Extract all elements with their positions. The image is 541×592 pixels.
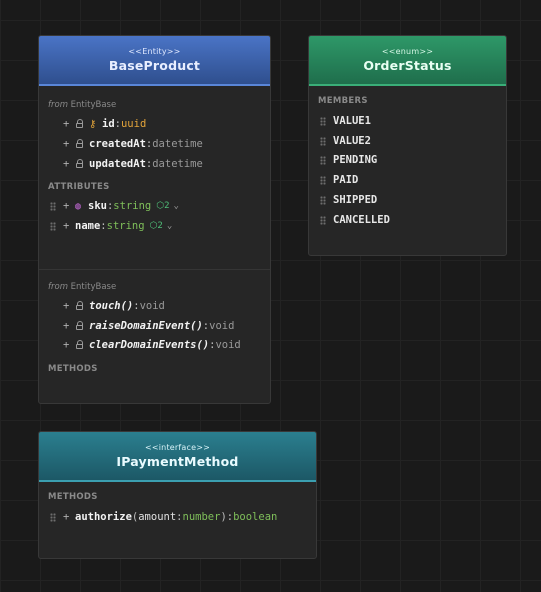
drag-handle-icon[interactable] <box>50 221 56 231</box>
parent-class-name: EntityBase <box>70 282 117 292</box>
interface-name[interactable]: IPaymentMethod <box>116 454 238 469</box>
enum-name[interactable]: OrderStatus <box>363 58 451 73</box>
stereotype-label: <<Entity>> <box>128 47 181 56</box>
enum-member-name: PENDING <box>333 154 378 166</box>
drag-handle-icon[interactable] <box>50 201 56 211</box>
members-section-label: MEMBERS <box>318 96 368 106</box>
attribute-name: name <box>75 220 101 232</box>
attribute-type: datetime <box>152 138 203 150</box>
return-type: void <box>209 320 235 332</box>
stereotype-label: <<interface>> <box>144 443 211 452</box>
methods-section-label: METHODS <box>48 492 98 502</box>
attribute-name: updatedAt <box>89 158 146 170</box>
method-name: clearDomainEvents() <box>89 339 210 351</box>
lock-icon <box>75 321 86 331</box>
attribute-row-updatedAt[interactable]: + updatedAt: datetime <box>39 156 203 172</box>
interface-header[interactable]: <<interface>> IPaymentMethod <box>39 432 316 482</box>
visibility-marker: + <box>63 158 70 170</box>
drag-handle-icon[interactable] <box>320 116 326 126</box>
drag-handle-icon[interactable] <box>320 136 326 146</box>
class-header[interactable]: <<Entity>> BaseProduct <box>39 36 270 86</box>
stereotype-label: <<enum>> <box>381 47 434 56</box>
order-status-enum-card[interactable]: <<enum>> OrderStatus MEMBERS VALUE1 VALU… <box>308 35 507 256</box>
return-type: boolean <box>233 511 278 523</box>
param-name: amount <box>138 511 177 523</box>
param-type: number <box>182 511 221 523</box>
visibility-marker: + <box>63 300 70 312</box>
return-type: void <box>215 339 241 351</box>
visibility-marker: + <box>63 118 70 130</box>
method-row-authorize[interactable]: + authorize(amount: number): boolean <box>39 509 277 525</box>
chevron-down-icon[interactable]: ⌄ <box>174 201 179 211</box>
drag-handle-icon[interactable] <box>50 512 56 522</box>
drag-handle-icon[interactable] <box>320 195 326 205</box>
parent-class-name: EntityBase <box>70 100 117 110</box>
attribute-type: uuid <box>120 118 147 130</box>
visibility-marker: + <box>63 138 70 150</box>
visibility-marker: + <box>63 200 70 212</box>
lock-icon <box>75 119 86 129</box>
from-text: from <box>48 100 68 110</box>
enum-member-row[interactable]: CANCELLED <box>309 212 390 228</box>
method-row-touch[interactable]: + touch(): void <box>39 298 165 314</box>
drag-handle-icon[interactable] <box>320 215 326 225</box>
enum-header[interactable]: <<enum>> OrderStatus <box>309 36 506 86</box>
drag-handle-icon[interactable] <box>320 175 326 185</box>
lock-icon <box>75 340 86 350</box>
visibility-marker: + <box>63 220 70 232</box>
visibility-marker: + <box>63 511 70 523</box>
chevron-down-icon[interactable]: ⌄ <box>167 221 172 231</box>
enum-member-row[interactable]: SHIPPED <box>309 192 377 208</box>
attribute-name: createdAt <box>89 138 146 150</box>
section-divider <box>39 269 270 270</box>
attribute-type: string <box>106 220 145 232</box>
key-icon: ⚷ <box>89 118 97 130</box>
return-type: void <box>139 300 165 312</box>
lock-icon <box>75 301 86 311</box>
enum-member-row[interactable]: VALUE1 <box>309 113 371 129</box>
validation-count: 2 <box>157 221 163 231</box>
method-row-raiseDomainEvent[interactable]: + raiseDomainEvent(): void <box>39 318 234 334</box>
shield-icon: ⬡2 <box>156 201 170 211</box>
attributes-section-label: ATTRIBUTES <box>48 182 110 192</box>
ipayment-method-interface-card[interactable]: <<interface>> IPaymentMethod METHODS + a… <box>38 431 317 559</box>
method-name: authorize <box>75 511 132 523</box>
class-name[interactable]: BaseProduct <box>109 58 200 73</box>
attribute-row-id[interactable]: + ⚷ id: uuid <box>39 116 146 132</box>
attribute-row-name[interactable]: + name: string ⬡2 ⌄ <box>39 218 172 234</box>
method-name: touch() <box>89 300 134 312</box>
enum-member-row[interactable]: PAID <box>309 172 358 188</box>
method-row-clearDomainEvents[interactable]: + clearDomainEvents(): void <box>39 337 241 353</box>
methods-section-label: METHODS <box>48 364 98 374</box>
inherited-from-label: from EntityBase <box>48 100 116 110</box>
base-product-class-card[interactable]: <<Entity>> BaseProduct from EntityBase +… <box>38 35 271 404</box>
enum-member-name: CANCELLED <box>333 214 390 226</box>
enum-member-name: VALUE2 <box>333 135 371 147</box>
enum-member-name: VALUE1 <box>333 115 371 127</box>
enum-member-name: SHIPPED <box>333 194 378 206</box>
attribute-name: sku <box>88 200 107 212</box>
lock-icon <box>75 159 86 169</box>
visibility-marker: + <box>63 339 70 351</box>
attribute-row-createdAt[interactable]: + createdAt: datetime <box>39 136 203 152</box>
attribute-name: id <box>102 118 115 130</box>
attribute-type: string <box>113 200 152 212</box>
enum-member-name: PAID <box>333 174 359 186</box>
drag-handle-icon[interactable] <box>320 155 326 165</box>
attribute-row-sku[interactable]: + ◍ sku: string ⬡2 ⌄ <box>39 198 179 214</box>
inherited-methods-from-label: from EntityBase <box>48 282 116 292</box>
fingerprint-icon: ◍ <box>75 200 82 212</box>
method-name: raiseDomainEvent() <box>89 320 203 332</box>
attribute-type: datetime <box>152 158 203 170</box>
lock-icon <box>75 139 86 149</box>
enum-member-row[interactable]: PENDING <box>309 152 377 168</box>
validation-count: 2 <box>164 201 170 211</box>
shield-icon: ⬡2 <box>149 221 163 231</box>
from-text: from <box>48 282 68 292</box>
visibility-marker: + <box>63 320 70 332</box>
enum-member-row[interactable]: VALUE2 <box>309 133 371 149</box>
